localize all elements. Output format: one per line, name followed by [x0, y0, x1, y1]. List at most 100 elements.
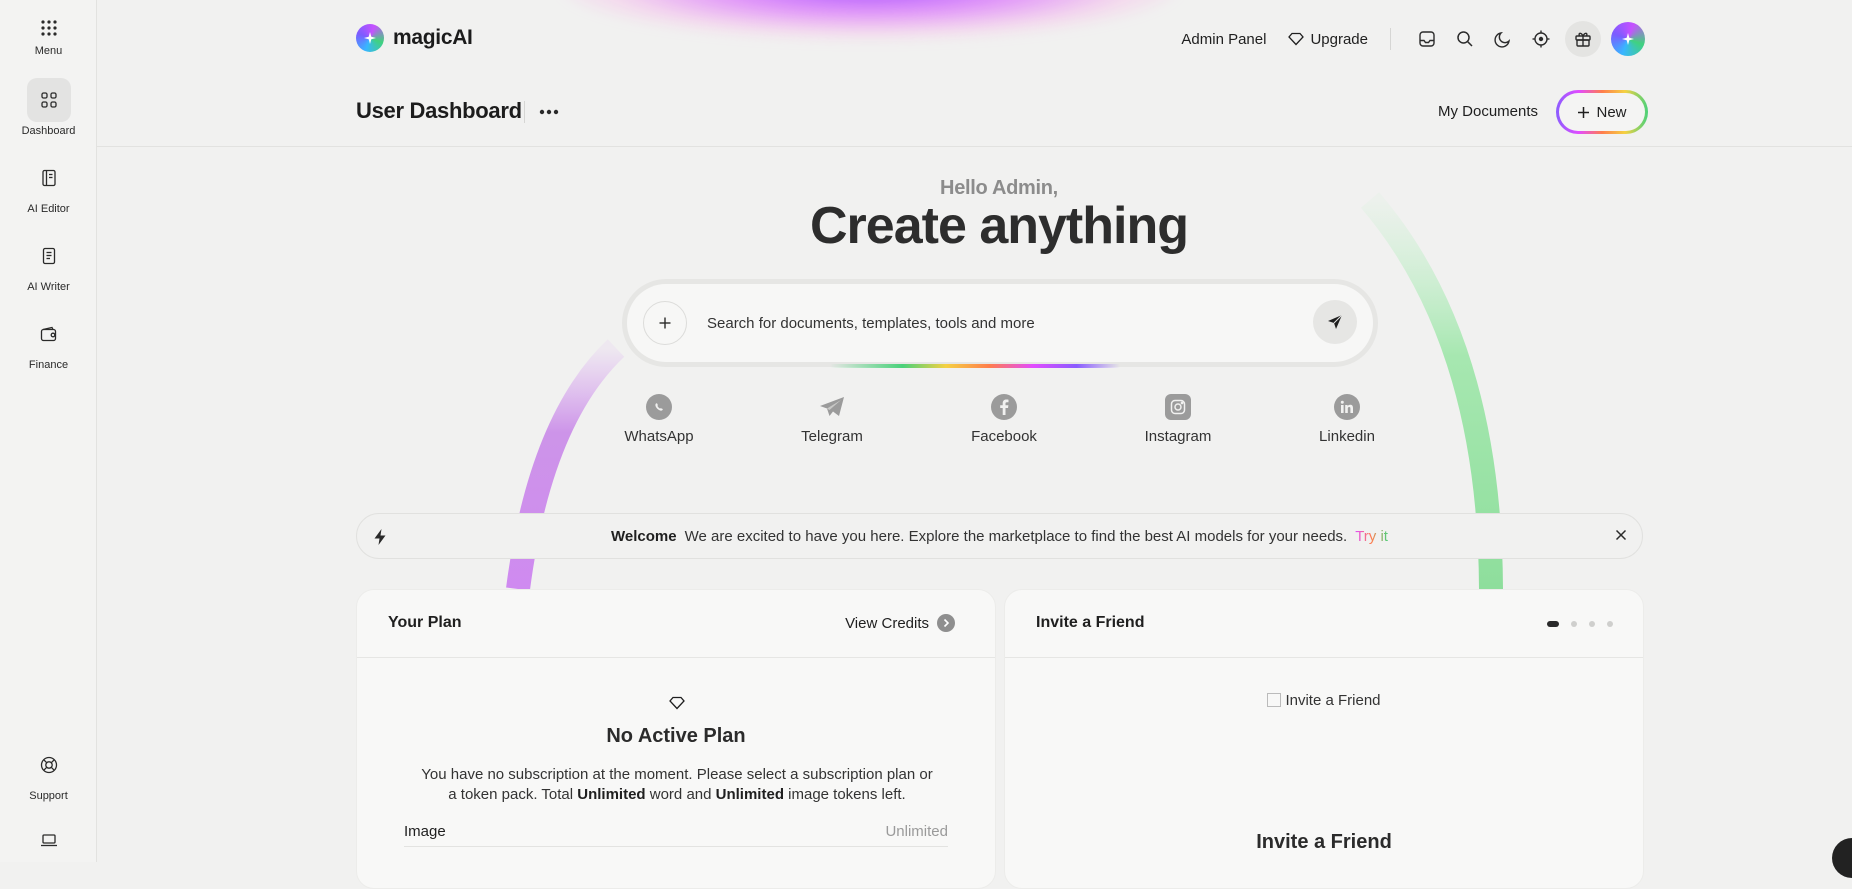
page-title: User Dashboard — [356, 98, 522, 123]
send-icon — [1328, 314, 1343, 329]
hero-headline: Create anything — [810, 197, 1189, 255]
broken-image-icon — [1267, 693, 1282, 707]
crosshair-icon — [1532, 30, 1550, 48]
sidebar-item-label: Support — [29, 790, 68, 802]
social-label: Instagram — [1144, 428, 1212, 445]
sidebar: Menu Dashboard AI Editor AI Writer Finan… — [0, 0, 97, 862]
sidebar-menu-label: Menu — [34, 45, 63, 57]
wallet-icon — [27, 312, 71, 356]
card-title: Your Plan — [388, 614, 462, 631]
send-button[interactable] — [1313, 300, 1357, 344]
search-icon — [1457, 31, 1473, 47]
upgrade-link[interactable]: Upgrade — [1288, 31, 1368, 48]
social-instagram[interactable]: Instagram — [1123, 394, 1233, 445]
diamond-icon — [1288, 32, 1305, 46]
top-toolbar: Admin Panel Upgrade — [1181, 21, 1645, 57]
social-label: Telegram — [801, 428, 863, 445]
sidebar-item-device[interactable] — [0, 826, 97, 854]
view-credits-label: View Credits — [845, 614, 929, 632]
sparkle-icon — [1622, 33, 1634, 45]
plan-row-value: Unlimited — [885, 823, 948, 840]
image-tokens-value: Unlimited — [715, 786, 784, 803]
logo-text: magicAI — [393, 26, 473, 49]
search-input[interactable]: Search for documents, templates, tools a… — [707, 315, 1035, 332]
sidebar-item-label: Finance — [28, 359, 69, 371]
laptop-icon — [27, 826, 71, 854]
linkedin-icon — [1334, 394, 1360, 420]
gift-button[interactable] — [1565, 21, 1601, 57]
invite-heading: Invite a Friend — [1256, 831, 1392, 853]
title-divider — [524, 101, 525, 123]
carousel-dot-active[interactable] — [1547, 621, 1559, 627]
invite-image-alt: Invite a Friend — [1285, 692, 1381, 709]
plan-row-image: Image Unlimited — [404, 823, 948, 847]
sidebar-item-dashboard[interactable]: Dashboard — [0, 78, 97, 137]
social-label: WhatsApp — [624, 428, 694, 445]
search-button[interactable] — [1447, 21, 1483, 57]
moon-icon — [1494, 31, 1511, 48]
plus-icon — [1578, 106, 1590, 118]
welcome-banner: Welcome We are excited to have you here. … — [356, 513, 1643, 559]
header-divider — [97, 146, 1852, 147]
carousel-dot[interactable] — [1589, 621, 1595, 627]
sidebar-item-support[interactable]: Support — [0, 743, 97, 802]
more-options-button[interactable] — [533, 100, 565, 124]
social-label: Facebook — [971, 428, 1037, 445]
banner-message: We are excited to have you here. Explore… — [684, 528, 1348, 545]
carousel-dot[interactable] — [1607, 621, 1613, 627]
banner-title: Welcome — [611, 528, 677, 545]
plan-status-title: No Active Plan — [606, 725, 746, 747]
admin-panel-link[interactable]: Admin Panel — [1181, 31, 1266, 48]
new-button-label: New — [1596, 103, 1627, 121]
toolbar-divider — [1390, 28, 1391, 50]
sidebar-menu-button[interactable]: Menu — [0, 14, 97, 57]
chevron-right-icon — [937, 614, 955, 632]
inbox-button[interactable] — [1409, 21, 1445, 57]
facebook-icon — [991, 394, 1017, 420]
search-bar: Search for documents, templates, tools a… — [622, 279, 1378, 367]
sidebar-item-label: AI Writer — [27, 281, 70, 293]
card-title: Invite a Friend — [1036, 614, 1145, 631]
logo[interactable]: magicAI — [356, 24, 473, 52]
invite-friend-card: Invite a Friend Invite a Friend Invite a… — [1004, 589, 1644, 889]
close-banner-button[interactable] — [1614, 528, 1628, 542]
search-rainbow-underline — [830, 364, 1120, 368]
gift-icon — [1575, 32, 1591, 47]
plan-row-label: Image — [404, 823, 446, 840]
carousel-dots — [1547, 621, 1613, 627]
social-label: Linkedin — [1319, 428, 1375, 445]
social-whatsapp[interactable]: WhatsApp — [604, 394, 714, 445]
word-tokens-value: Unlimited — [577, 786, 646, 803]
telegram-icon — [819, 394, 845, 420]
instagram-icon — [1165, 394, 1191, 420]
plus-icon — [659, 317, 671, 329]
logo-sparkle-icon — [356, 24, 384, 52]
whatsapp-icon — [646, 394, 672, 420]
invite-image-placeholder: Invite a Friend — [1005, 692, 1643, 709]
social-linkedin[interactable]: Linkedin — [1292, 394, 1402, 445]
social-facebook[interactable]: Facebook — [949, 394, 1059, 445]
menu-grid-icon — [27, 14, 71, 42]
plan-description: You have no subscription at the moment. … — [421, 766, 933, 803]
focus-button[interactable] — [1523, 21, 1559, 57]
view-credits-link[interactable]: View Credits — [845, 614, 955, 632]
dark-mode-toggle[interactable] — [1485, 21, 1521, 57]
my-documents-link[interactable]: My Documents — [1438, 103, 1538, 120]
banner-text: Welcome We are excited to have you here. … — [357, 528, 1642, 545]
carousel-dot[interactable] — [1571, 621, 1577, 627]
try-it-link[interactable]: Try it — [1355, 528, 1388, 545]
upgrade-label: Upgrade — [1310, 30, 1368, 48]
user-avatar[interactable] — [1611, 22, 1645, 56]
sidebar-item-label: Dashboard — [21, 125, 76, 137]
dashboard-grid-icon — [26, 78, 71, 122]
your-plan-card: Your Plan View Credits No Active Plan Yo… — [356, 589, 996, 889]
inbox-icon — [1419, 31, 1435, 47]
new-button[interactable]: New — [1556, 90, 1648, 134]
social-telegram[interactable]: Telegram — [777, 394, 887, 445]
close-icon — [1615, 529, 1627, 541]
lifebuoy-icon — [27, 743, 71, 787]
more-dots-icon — [539, 109, 559, 115]
diamond-icon — [669, 696, 685, 710]
sidebar-item-finance[interactable]: Finance — [0, 312, 97, 371]
attach-button[interactable] — [643, 301, 687, 345]
